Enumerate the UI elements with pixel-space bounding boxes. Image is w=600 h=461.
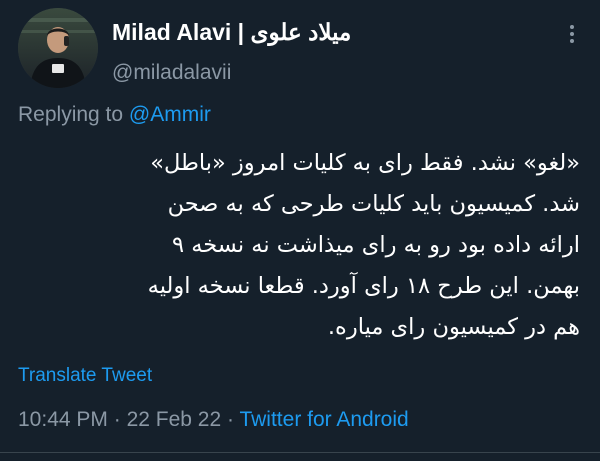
tweet-metadata: 10:44 PM · 22 Feb 22 · Twitter for Andro…	[18, 408, 409, 432]
tweet-text-line: بهمن. این طرح ۱۸ رای آورد. قطعا نسخه اول…	[147, 273, 580, 299]
reply-mention-link[interactable]: @Ammir	[129, 103, 211, 126]
tweet: Milad Alavi | میلاد علوی @miladalavii Re…	[0, 0, 600, 461]
meta-separator: ·	[113, 408, 121, 431]
tweet-date[interactable]: 22 Feb 22	[127, 408, 222, 431]
meta-separator: ·	[227, 408, 234, 431]
avatar-photo	[18, 8, 98, 88]
avatar[interactable]	[18, 8, 98, 88]
tweet-text: «لغو» نشد. فقط رای به کلیات امروز «باطل»…	[20, 143, 580, 348]
more-dots-icon[interactable]	[560, 22, 584, 46]
divider	[0, 452, 600, 453]
tweet-text-line: هم در کمیسیون رای میاره.	[327, 314, 580, 340]
replying-prefix: Replying to	[18, 103, 124, 126]
display-name[interactable]: Milad Alavi | میلاد علوی	[112, 18, 351, 46]
tweet-text-line: «لغو» نشد. فقط رای به کلیات امروز «باطل»	[150, 150, 580, 176]
replying-to: Replying to @Ammir	[18, 103, 211, 127]
tweet-text-line: شد. کمیسیون باید کلیات طرحی که به صحن	[167, 191, 580, 217]
translate-tweet-link[interactable]: Translate Tweet	[18, 365, 152, 387]
tweet-time[interactable]: 10:44 PM	[18, 408, 108, 431]
tweet-text-line: ارائه داده بود رو به رای میذاشت نه نسخه …	[171, 232, 580, 258]
author-block: Milad Alavi | میلاد علوی @miladalavii	[112, 18, 351, 86]
user-handle[interactable]: @miladalavii	[112, 60, 351, 86]
tweet-source-link[interactable]: Twitter for Android	[239, 408, 408, 431]
